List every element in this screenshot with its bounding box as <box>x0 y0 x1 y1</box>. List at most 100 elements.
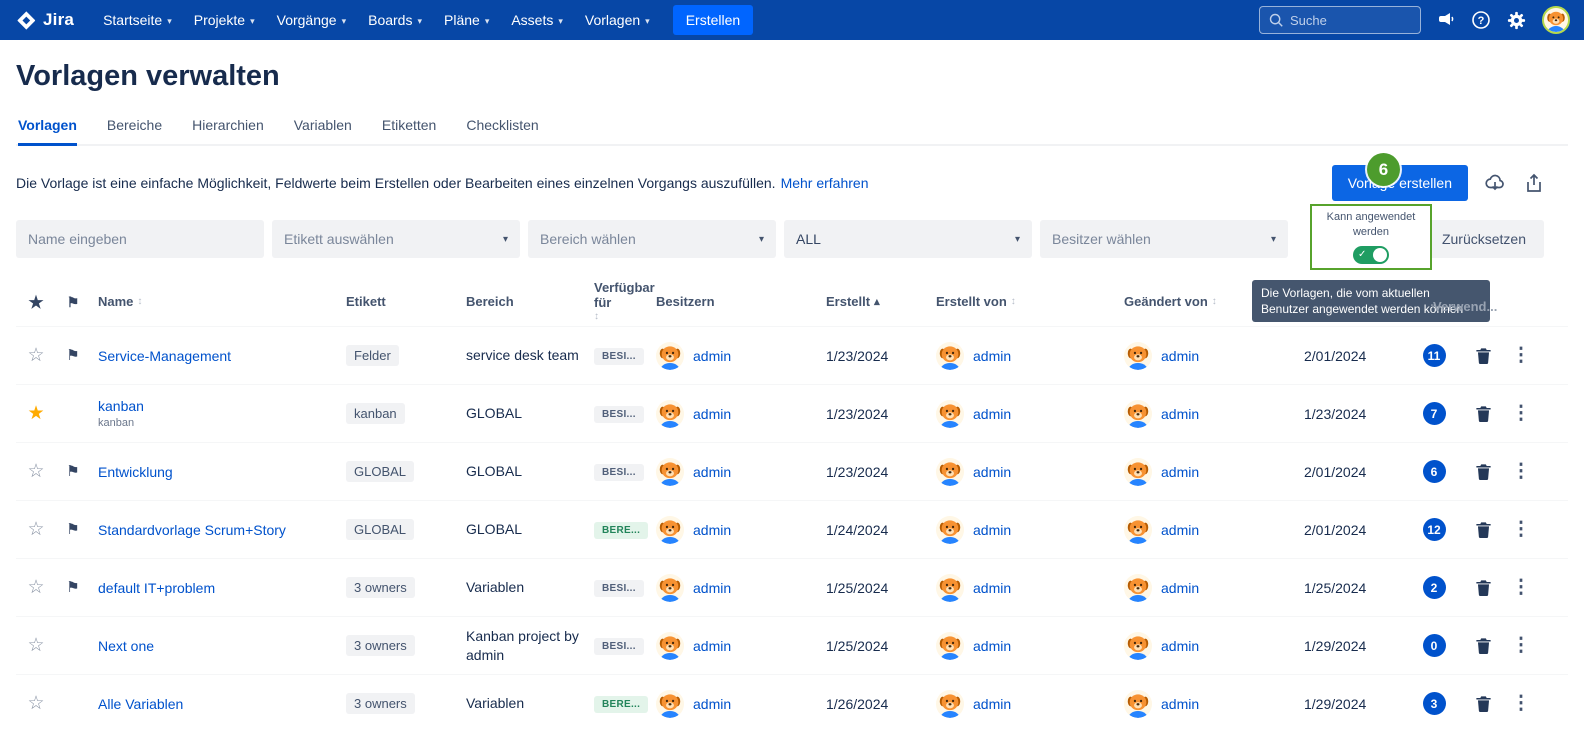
delete-button[interactable] <box>1474 636 1493 655</box>
delete-button[interactable] <box>1474 404 1493 423</box>
column-label: Name <box>98 295 133 310</box>
nav-item-vorgaenge[interactable]: Vorgänge▾ <box>266 0 357 40</box>
global-search-box[interactable] <box>1259 6 1421 34</box>
modified-by-link[interactable]: admin <box>1161 522 1199 538</box>
kebab-menu-icon[interactable]: ⋮ <box>1512 405 1531 422</box>
kebab-menu-icon[interactable]: ⋮ <box>1512 347 1531 364</box>
delete-button[interactable] <box>1474 346 1493 365</box>
modified-by-link[interactable]: admin <box>1161 348 1199 364</box>
nav-item-vorlagen[interactable]: Vorlagen▾ <box>574 0 661 40</box>
user-profile-avatar[interactable] <box>1542 6 1570 34</box>
owner-link[interactable]: admin <box>693 522 731 538</box>
tab-vorlagen[interactable]: Vorlagen <box>18 117 77 146</box>
usage-count-badge[interactable]: 6 <box>1423 460 1446 483</box>
usage-count-badge[interactable]: 2 <box>1423 576 1446 599</box>
import-cloud-icon[interactable] <box>1483 171 1507 195</box>
column-header-erstellt-von[interactable]: Erstellt von↕ <box>928 295 1116 310</box>
template-name-link[interactable]: Entwicklung <box>98 464 338 480</box>
tab-variablen[interactable]: Variablen <box>294 117 352 146</box>
name-filter[interactable] <box>16 220 264 258</box>
tab-checklisten[interactable]: Checklisten <box>466 117 538 146</box>
learn-more-link[interactable]: Mehr erfahren <box>781 175 869 191</box>
created-by-cell: admin <box>928 516 1116 544</box>
owner-link[interactable]: admin <box>693 580 731 596</box>
tab-etiketten[interactable]: Etiketten <box>382 117 436 146</box>
star-icon[interactable]: ☆ <box>27 520 44 539</box>
column-header-name[interactable]: Name↕ <box>90 295 338 310</box>
usage-count-badge[interactable]: 7 <box>1423 402 1446 425</box>
column-header-erstellt[interactable]: Erstellt▴ <box>818 295 928 310</box>
created-by-link[interactable]: admin <box>973 696 1011 712</box>
scope-filter-select[interactable]: Bereich wählen ▾ <box>528 220 776 258</box>
nav-item-plaene[interactable]: Pläne▾ <box>433 0 500 40</box>
chevron-down-icon: ▾ <box>342 14 347 27</box>
usage-count-badge[interactable]: 3 <box>1423 692 1446 715</box>
owner-link[interactable]: admin <box>693 696 731 712</box>
nav-item-startseite[interactable]: Startseite▾ <box>92 0 183 40</box>
jira-logo[interactable]: Jira <box>14 10 90 31</box>
name-filter-input[interactable] <box>28 231 252 247</box>
created-by-link[interactable]: admin <box>973 522 1011 538</box>
owner-link[interactable]: admin <box>693 348 731 364</box>
usage-count-badge[interactable]: 0 <box>1423 634 1446 657</box>
status-filter-select[interactable]: ALL ▾ <box>784 220 1032 258</box>
star-icon[interactable]: ☆ <box>27 694 44 713</box>
announcements-megaphone-icon[interactable] <box>1436 10 1456 30</box>
created-by-link[interactable]: admin <box>973 348 1011 364</box>
delete-button[interactable] <box>1474 694 1493 713</box>
star-icon[interactable]: ☆ <box>27 346 44 365</box>
created-by-cell: admin <box>928 342 1116 370</box>
search-input[interactable] <box>1290 13 1412 28</box>
kebab-menu-icon[interactable]: ⋮ <box>1512 579 1531 596</box>
template-name-link[interactable]: Alle Variablen <box>98 696 338 712</box>
nav-item-projekte[interactable]: Projekte▾ <box>183 0 266 40</box>
template-name-link[interactable]: Service-Management <box>98 348 338 364</box>
owner-link[interactable]: admin <box>693 638 731 654</box>
kebab-menu-icon[interactable]: ⋮ <box>1512 637 1531 654</box>
annotation-highlight-box: Kann angewendet werden ✓ <box>1310 204 1432 270</box>
usage-count-badge[interactable]: 12 <box>1423 518 1446 541</box>
tab-hierarchien[interactable]: Hierarchien <box>192 117 264 146</box>
can-apply-toggle[interactable]: ✓ <box>1353 246 1389 264</box>
template-name-link[interactable]: default IT+problem <box>98 580 338 596</box>
owner-link[interactable]: admin <box>693 464 731 480</box>
star-icon[interactable]: ★ <box>27 404 44 423</box>
nav-item-assets[interactable]: Assets▾ <box>500 0 574 40</box>
template-name-link[interactable]: Standardvorlage Scrum+Story <box>98 522 338 538</box>
modified-by-link[interactable]: admin <box>1161 696 1199 712</box>
nav-item-label: Boards <box>368 12 412 28</box>
star-icon[interactable]: ☆ <box>27 636 44 655</box>
delete-button[interactable] <box>1474 462 1493 481</box>
reset-filters-button[interactable]: Zurücksetzen <box>1424 220 1544 258</box>
star-icon[interactable]: ☆ <box>27 578 44 597</box>
star-icon[interactable]: ☆ <box>27 462 44 481</box>
created-by-link[interactable]: admin <box>973 580 1011 596</box>
template-name-link[interactable]: kanban <box>98 398 338 414</box>
label-filter-select[interactable]: Etikett auswählen ▾ <box>272 220 520 258</box>
column-header-verfuegbar-fuer[interactable]: Verfügbar für↕ <box>586 281 648 322</box>
kebab-menu-icon[interactable]: ⋮ <box>1512 521 1531 538</box>
nav-item-boards[interactable]: Boards▾ <box>357 0 433 40</box>
created-by-link[interactable]: admin <box>973 406 1011 422</box>
created-by-link[interactable]: admin <box>973 638 1011 654</box>
delete-button[interactable] <box>1474 578 1493 597</box>
help-icon[interactable]: ? <box>1471 10 1491 30</box>
template-name-link[interactable]: Next one <box>98 638 338 654</box>
kebab-menu-icon[interactable]: ⋮ <box>1512 463 1531 480</box>
export-share-icon[interactable] <box>1522 171 1546 195</box>
nav-create-button[interactable]: Erstellen <box>673 5 753 35</box>
owner-filter-select[interactable]: Besitzer wählen ▾ <box>1040 220 1288 258</box>
created-by-link[interactable]: admin <box>973 464 1011 480</box>
modified-by-link[interactable]: admin <box>1161 406 1199 422</box>
flag-column-header-icon: ⚑ <box>67 295 80 309</box>
delete-button[interactable] <box>1474 520 1493 539</box>
usage-count-badge[interactable]: 11 <box>1423 344 1446 367</box>
modified-by-link[interactable]: admin <box>1161 638 1199 654</box>
templates-table: ★ ⚑ Name↕ Etikett Bereich Verfügbar für↕… <box>16 278 1568 732</box>
modified-by-link[interactable]: admin <box>1161 464 1199 480</box>
modified-by-link[interactable]: admin <box>1161 580 1199 596</box>
owner-link[interactable]: admin <box>693 406 731 422</box>
kebab-menu-icon[interactable]: ⋮ <box>1512 695 1531 712</box>
tab-bereiche[interactable]: Bereiche <box>107 117 162 146</box>
settings-gear-icon[interactable] <box>1506 10 1527 31</box>
